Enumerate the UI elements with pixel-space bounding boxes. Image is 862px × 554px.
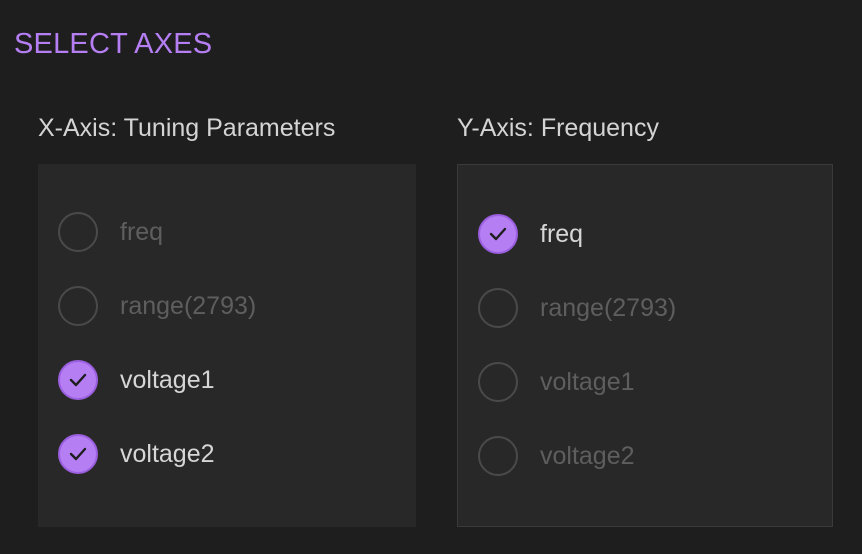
- x-option-freq[interactable]: freq: [58, 210, 163, 254]
- y-option-range-label: range(2793): [540, 294, 677, 322]
- x-option-voltage2-checkbox[interactable]: [58, 434, 98, 474]
- y-option-range[interactable]: range(2793): [478, 286, 676, 330]
- y-option-voltage1-label: voltage1: [540, 368, 635, 396]
- check-icon: [69, 447, 87, 461]
- x-option-voltage2-label: voltage2: [120, 440, 215, 468]
- x-axis-heading: X-Axis: Tuning Parameters: [38, 114, 336, 142]
- y-axis-option-panel: freq range(2793) voltage1 voltage2: [457, 164, 833, 527]
- y-option-voltage2[interactable]: voltage2: [478, 434, 635, 478]
- y-option-freq-label: freq: [540, 220, 584, 248]
- x-option-voltage2[interactable]: voltage2: [58, 432, 215, 476]
- y-option-freq-radio[interactable]: [478, 214, 518, 254]
- y-option-voltage2-radio[interactable]: [478, 436, 518, 476]
- x-option-voltage1-checkbox[interactable]: [58, 360, 98, 400]
- check-icon: [489, 227, 507, 241]
- y-option-freq[interactable]: freq: [478, 212, 583, 256]
- x-option-range[interactable]: range(2793): [58, 284, 256, 328]
- y-axis-heading: Y-Axis: Frequency: [457, 114, 659, 142]
- x-axis-option-panel: freq range(2793) voltage1 voltage2: [38, 164, 416, 527]
- x-option-voltage1[interactable]: voltage1: [58, 358, 215, 402]
- x-option-voltage1-label: voltage1: [120, 366, 215, 394]
- page-title: SELECT AXES: [14, 28, 213, 60]
- x-option-freq-label: freq: [120, 218, 164, 246]
- x-option-freq-checkbox[interactable]: [58, 212, 98, 252]
- y-option-range-radio[interactable]: [478, 288, 518, 328]
- check-icon: [69, 373, 87, 387]
- select-axes-page: SELECT AXES X-Axis: Tuning Parameters Y-…: [0, 0, 862, 554]
- x-option-range-checkbox[interactable]: [58, 286, 98, 326]
- x-option-range-label: range(2793): [120, 292, 257, 320]
- y-option-voltage1[interactable]: voltage1: [478, 360, 635, 404]
- y-option-voltage2-label: voltage2: [540, 442, 635, 470]
- y-option-voltage1-radio[interactable]: [478, 362, 518, 402]
